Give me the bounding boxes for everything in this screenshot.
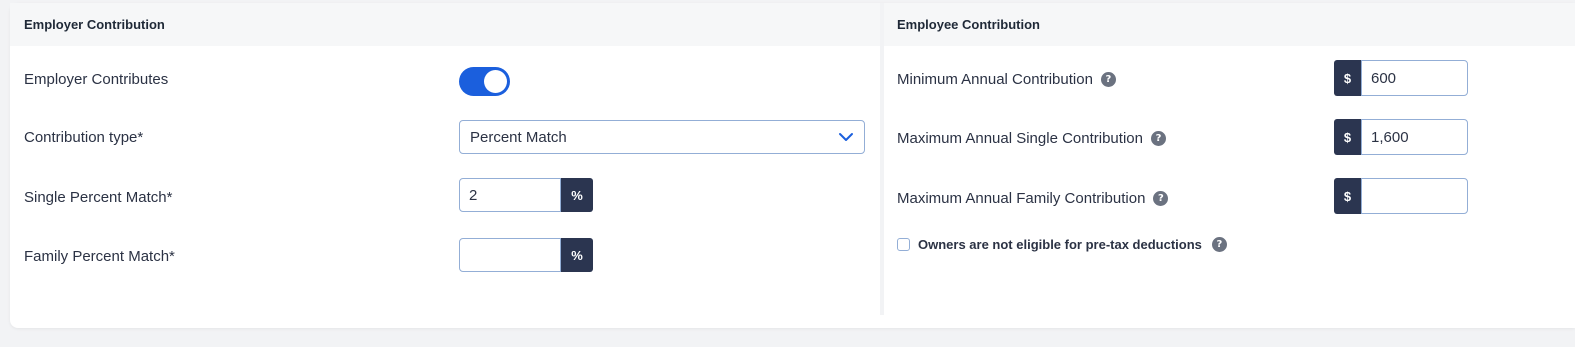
chevron-down-icon bbox=[839, 133, 853, 141]
family-percent-match-input[interactable] bbox=[459, 238, 561, 272]
contribution-type-value: Percent Match bbox=[470, 128, 567, 146]
contribution-type-label: Contribution type* bbox=[24, 129, 143, 146]
toggle-knob bbox=[484, 70, 507, 93]
employee-contribution-panel: Employee Contribution Minimum Annual Con… bbox=[884, 3, 1575, 328]
maximum-annual-family-contribution-label: Maximum Annual Family Contribution ? bbox=[897, 190, 1169, 207]
minimum-annual-contribution-input[interactable] bbox=[1361, 60, 1468, 96]
family-percent-match-text: Family Percent Match* bbox=[24, 248, 175, 265]
owners-not-eligible-row: Owners are not eligible for pre-tax dedu… bbox=[897, 237, 1227, 252]
maximum-annual-single-contribution-label: Maximum Annual Single Contribution ? bbox=[897, 130, 1166, 147]
employer-contributes-toggle[interactable] bbox=[459, 67, 510, 96]
employee-contribution-header: Employee Contribution bbox=[884, 3, 1575, 46]
employer-contribution-panel: Employer Contribution Employer Contribut… bbox=[10, 3, 880, 328]
maximum-annual-single-contribution-input[interactable] bbox=[1361, 119, 1468, 155]
employer-contribution-header: Employer Contribution bbox=[10, 3, 880, 46]
contribution-card: Employer Contribution Employer Contribut… bbox=[10, 3, 1575, 328]
percent-suffix: % bbox=[561, 178, 593, 212]
maximum-annual-family-contribution-input[interactable] bbox=[1361, 178, 1468, 214]
contribution-type-text: Contribution type* bbox=[24, 129, 144, 146]
help-icon[interactable]: ? bbox=[1153, 191, 1169, 206]
single-percent-match-input[interactable] bbox=[459, 178, 561, 212]
currency-prefix: $ bbox=[1334, 60, 1361, 96]
help-icon[interactable]: ? bbox=[1150, 131, 1166, 146]
percent-suffix: % bbox=[561, 238, 593, 272]
minimum-annual-contribution-text: Minimum Annual Contribution bbox=[897, 71, 1093, 88]
help-icon[interactable]: ? bbox=[1100, 72, 1116, 87]
family-percent-match-label: Family Percent Match* bbox=[24, 248, 175, 265]
employer-contributes-label: Employer Contributes bbox=[24, 71, 168, 88]
single-percent-match-text: Single Percent Match* bbox=[24, 189, 173, 206]
single-percent-match-label: Single Percent Match* bbox=[24, 189, 172, 206]
minimum-annual-contribution-label: Minimum Annual Contribution ? bbox=[897, 71, 1116, 88]
owners-not-eligible-label[interactable]: Owners are not eligible for pre-tax dedu… bbox=[918, 237, 1202, 252]
maximum-annual-single-contribution-text: Maximum Annual Single Contribution bbox=[897, 130, 1143, 147]
maximum-annual-family-contribution-text: Maximum Annual Family Contribution bbox=[897, 190, 1146, 207]
help-icon[interactable]: ? bbox=[1211, 237, 1227, 252]
owners-not-eligible-checkbox[interactable] bbox=[897, 238, 910, 251]
currency-prefix: $ bbox=[1334, 119, 1361, 155]
employer-contributes-text: Employer Contributes bbox=[24, 71, 169, 88]
contribution-type-select[interactable]: Percent Match bbox=[459, 120, 865, 154]
currency-prefix: $ bbox=[1334, 178, 1361, 214]
